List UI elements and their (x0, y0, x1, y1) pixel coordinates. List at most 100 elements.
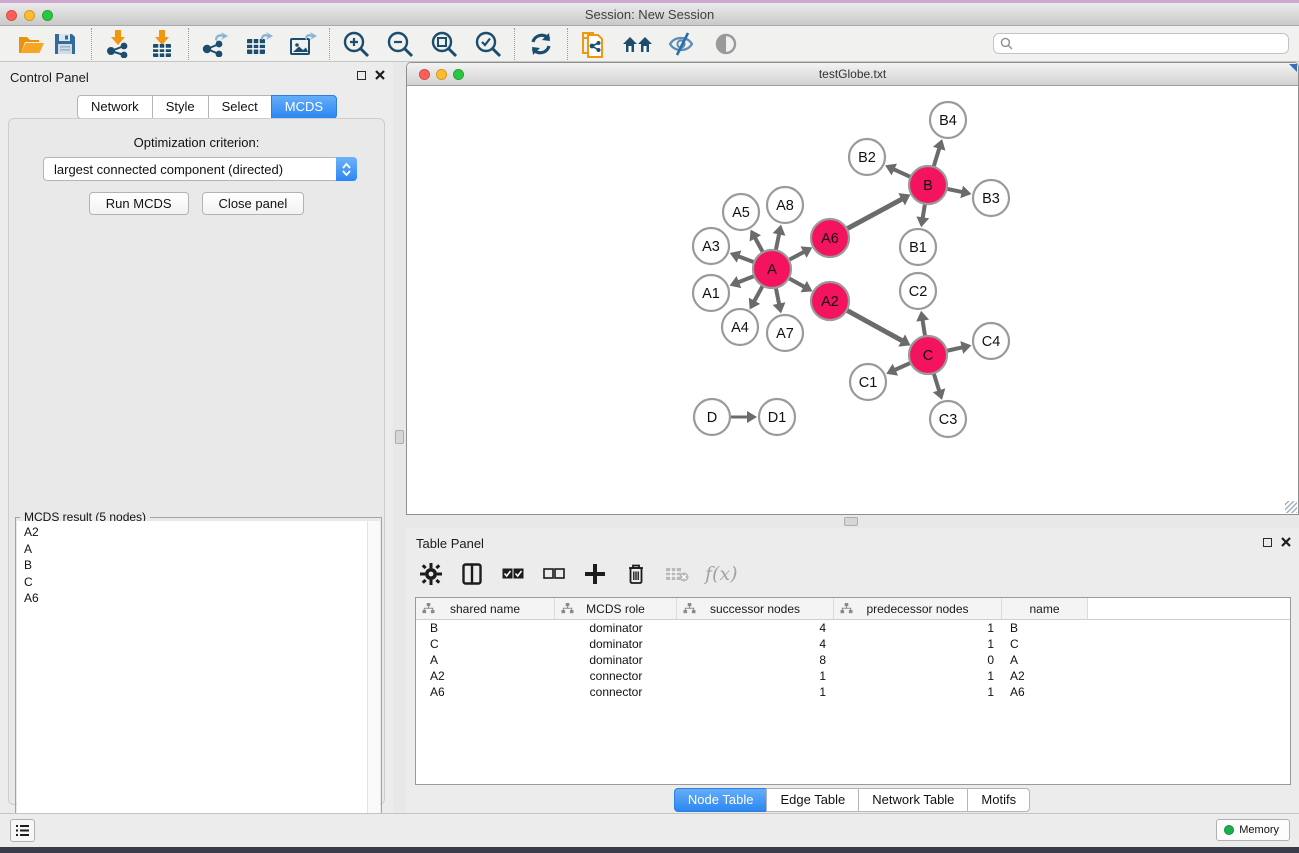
close-network-button[interactable] (419, 69, 430, 80)
import-network-icon[interactable] (101, 28, 135, 60)
vertical-splitter[interactable] (393, 62, 406, 813)
table-cell: 0 (834, 653, 1002, 667)
tab-node-table[interactable]: Node Table (674, 788, 768, 812)
graph-edge[interactable] (776, 288, 780, 306)
splitter-handle[interactable] (844, 517, 858, 526)
show-all-icon[interactable] (709, 28, 743, 60)
mcds-result-group: MCDS result (5 nodes) A2ABCA6 (15, 517, 382, 853)
delete-table-icon[interactable] (664, 561, 690, 587)
list-item[interactable]: C (17, 574, 368, 591)
search-input[interactable] (993, 33, 1289, 54)
tab-edge-table[interactable]: Edge Table (766, 788, 859, 812)
graph-edge[interactable] (754, 237, 763, 253)
graph-node-label: C (923, 348, 933, 364)
refresh-icon[interactable] (524, 28, 558, 60)
table-cell: 1 (834, 669, 1002, 683)
graph-edge[interactable] (737, 276, 754, 283)
maximize-window-button[interactable] (42, 10, 53, 21)
graph-edge[interactable] (847, 310, 904, 341)
criterion-dropdown[interactable]: largest connected component (directed) (43, 157, 357, 181)
minimize-network-button[interactable] (436, 69, 447, 80)
minimize-window-button[interactable] (24, 10, 35, 21)
network-window-titlebar[interactable]: testGlobe.txt (407, 63, 1298, 86)
graph-node-label: C3 (939, 412, 958, 428)
graph-edge[interactable] (847, 198, 904, 229)
float-panel-icon[interactable] (357, 71, 366, 80)
zoom-fit-icon[interactable] (427, 28, 461, 60)
settings-gear-icon[interactable] (418, 561, 444, 587)
list-item[interactable]: A2 (17, 524, 368, 541)
graph-edge[interactable] (934, 373, 940, 392)
maximize-network-button[interactable] (453, 69, 464, 80)
toolbar-separator (514, 28, 515, 60)
graph-edge[interactable] (789, 251, 806, 260)
graph-edge[interactable] (789, 278, 806, 287)
task-history-button[interactable] (10, 819, 35, 842)
graph-edge[interactable] (776, 232, 780, 250)
graph-edge[interactable] (892, 169, 910, 177)
tab-network[interactable]: Network (77, 95, 153, 119)
close-panel-icon[interactable] (1281, 537, 1291, 547)
column-header[interactable]: shared name (416, 598, 555, 619)
edge-arrowhead (916, 216, 929, 227)
tab-mcds[interactable]: MCDS (271, 95, 337, 119)
tab-motifs[interactable]: Motifs (967, 788, 1030, 812)
table-row[interactable]: A6connector11A6 (416, 684, 1290, 700)
first-neighbors-icon[interactable] (621, 28, 655, 60)
float-panel-icon[interactable] (1263, 538, 1272, 547)
copy-network-icon[interactable] (577, 28, 611, 60)
zoom-in-icon[interactable] (339, 28, 373, 60)
table-cell: B (416, 621, 555, 635)
graph-edge[interactable] (947, 189, 964, 193)
column-type-icon (683, 603, 696, 614)
tab-style[interactable]: Style (152, 95, 209, 119)
graph-edge[interactable] (894, 363, 911, 371)
column-header[interactable]: predecessor nodes (834, 598, 1002, 619)
close-panel-icon[interactable] (375, 70, 385, 80)
list-item[interactable]: A6 (17, 590, 368, 607)
function-builder-icon[interactable]: f(x) (705, 563, 738, 585)
list-item[interactable]: A (17, 541, 368, 558)
table-row[interactable]: A2connector11A2 (416, 668, 1290, 684)
graph-edge[interactable] (737, 256, 754, 262)
table-row[interactable]: Adominator80A (416, 652, 1290, 668)
deselect-all-icon[interactable] (541, 561, 567, 587)
graph-edge[interactable] (934, 147, 940, 167)
run-mcds-button[interactable]: Run MCDS (89, 192, 189, 215)
horizontal-splitter[interactable] (406, 515, 1299, 528)
close-window-button[interactable] (6, 10, 17, 21)
graph-edge[interactable] (947, 347, 964, 351)
splitter-handle[interactable] (395, 430, 404, 444)
zoom-selected-icon[interactable] (471, 28, 505, 60)
add-column-icon[interactable] (582, 561, 608, 587)
graph-edge[interactable] (754, 286, 763, 303)
resize-grip[interactable] (1285, 501, 1297, 513)
select-all-icon[interactable] (500, 561, 526, 587)
table-row[interactable]: Cdominator41C (416, 636, 1290, 652)
result-scrollbar[interactable] (367, 521, 380, 853)
delete-column-icon[interactable] (623, 561, 649, 587)
export-network-icon[interactable] (198, 28, 232, 60)
close-panel-button[interactable]: Close panel (202, 192, 305, 215)
open-session-icon[interactable] (14, 28, 48, 60)
column-header[interactable]: successor nodes (677, 598, 834, 619)
save-session-icon[interactable] (48, 28, 82, 60)
show-column-icon[interactable] (459, 561, 485, 587)
export-table-icon[interactable] (242, 28, 276, 60)
toolbar-separator (329, 28, 330, 60)
graph-node-label: A6 (821, 231, 839, 247)
tab-network-table[interactable]: Network Table (858, 788, 968, 812)
export-image-icon[interactable] (286, 28, 320, 60)
list-item[interactable]: B (17, 557, 368, 574)
graph-edge[interactable] (922, 319, 925, 337)
network-canvas[interactable]: AA6A2BCA5A8A3A1A4A7B2B4B3B1C2C4C1C3DD1 (407, 86, 1298, 514)
column-header[interactable]: MCDS role (555, 598, 677, 619)
column-header[interactable]: name (1002, 598, 1088, 619)
graph-edge[interactable] (922, 204, 925, 220)
table-row[interactable]: Bdominator41B (416, 620, 1290, 636)
tab-select[interactable]: Select (208, 95, 272, 119)
import-table-icon[interactable] (145, 28, 179, 60)
hide-selected-icon[interactable] (665, 28, 699, 60)
memory-button[interactable]: Memory (1216, 819, 1290, 841)
zoom-out-icon[interactable] (383, 28, 417, 60)
